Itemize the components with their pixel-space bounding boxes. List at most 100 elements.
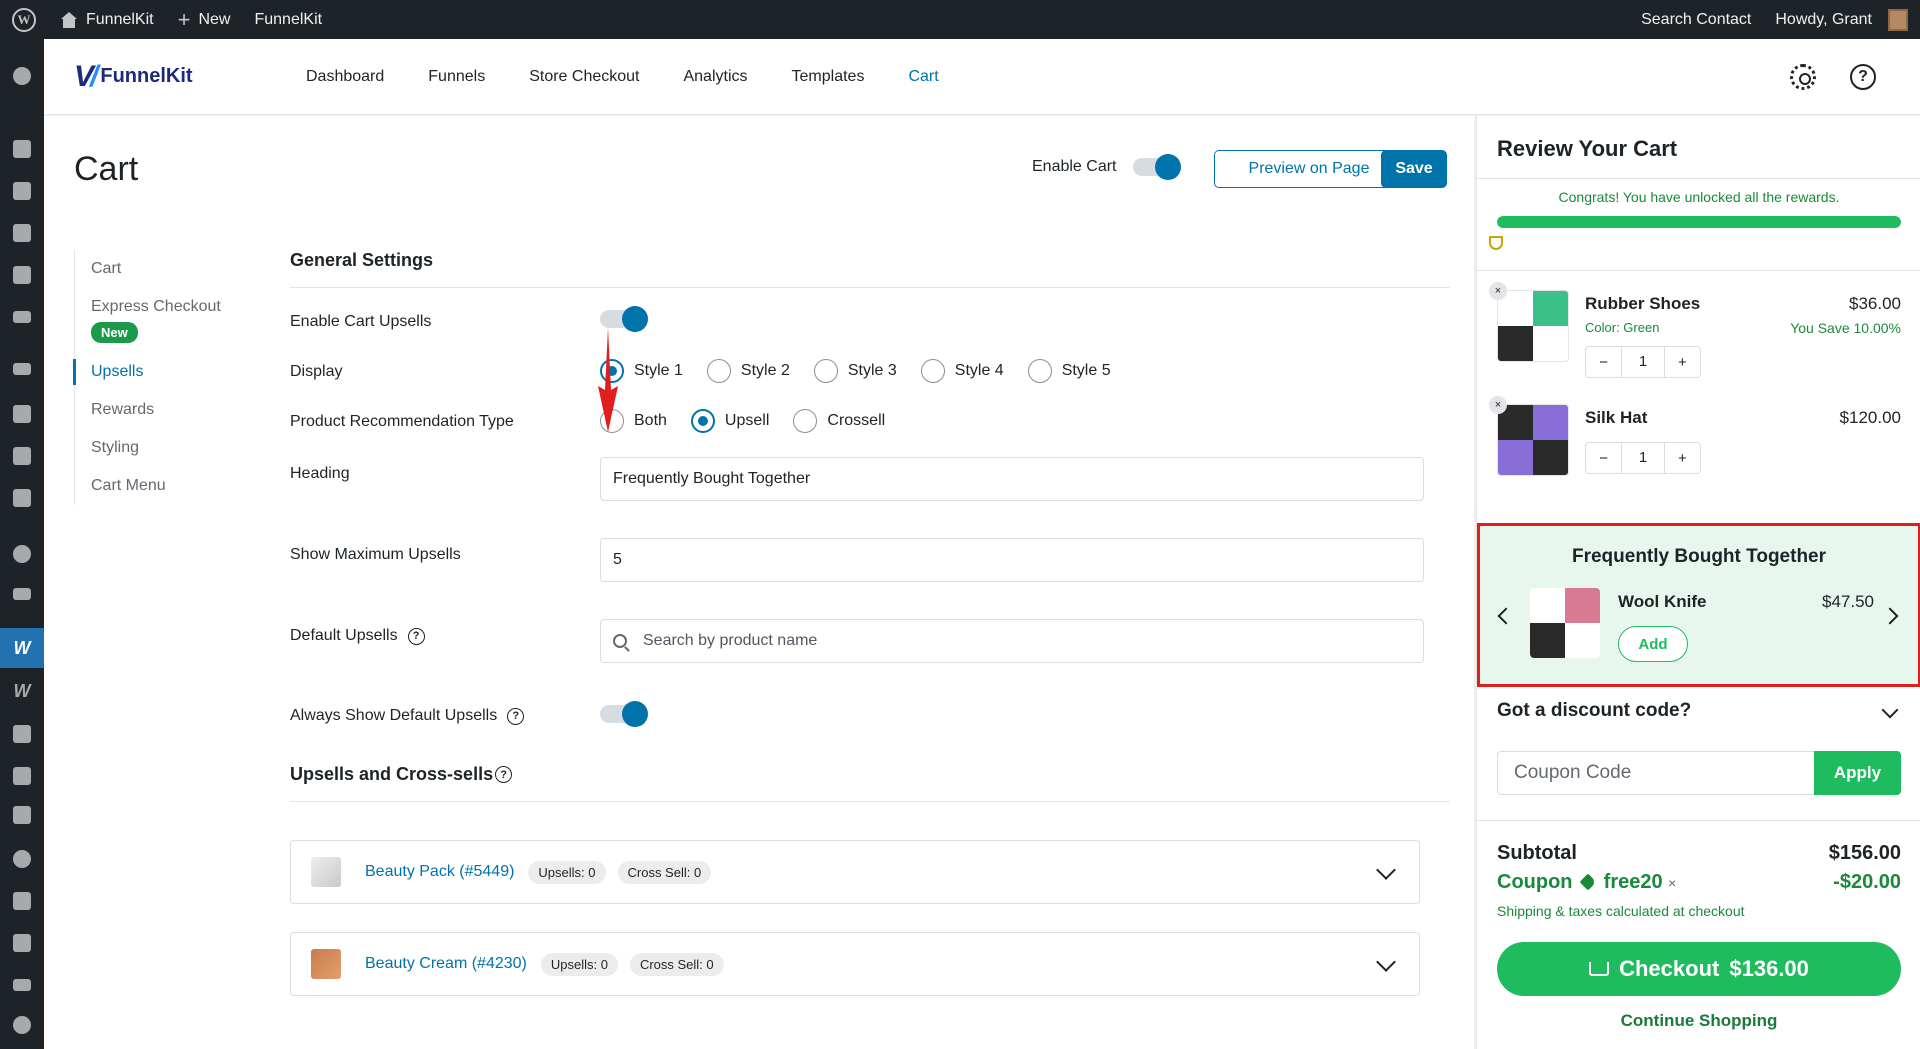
info-icon[interactable]: ? [507, 707, 525, 725]
products-menu-icon[interactable] [0, 394, 44, 434]
tab-analytics[interactable]: Analytics [661, 68, 769, 86]
remove-coupon-icon[interactable]: × [1668, 875, 1676, 891]
funnelkit-menu-icon[interactable]: W [0, 628, 44, 668]
info-icon[interactable]: ? [407, 627, 425, 645]
tab-templates[interactable]: Templates [770, 68, 887, 86]
avatar [1888, 8, 1908, 31]
smtp-menu-icon[interactable] [0, 965, 44, 1005]
chevron-down-icon[interactable] [1376, 952, 1396, 972]
elementor-menu-icon[interactable] [0, 534, 44, 574]
subtotal-row: Subtotal $156.00 [1497, 842, 1901, 864]
site-name-link[interactable]: FunnelKit [48, 0, 166, 39]
plugin-menu-link[interactable]: FunnelKit [242, 0, 334, 39]
remove-item-icon[interactable]: × [1489, 282, 1507, 300]
media-menu-icon[interactable] [0, 171, 44, 211]
heading-input[interactable]: Frequently Bought Together [600, 457, 1424, 501]
snippets-menu-icon[interactable] [0, 795, 44, 835]
wp-logo-menu[interactable]: W [0, 0, 48, 39]
marketing-menu-icon[interactable] [0, 478, 44, 518]
save-button[interactable]: Save [1381, 150, 1447, 188]
rec-upsell-radio[interactable]: Upsell [690, 409, 769, 433]
plus-icon[interactable]: + [1665, 450, 1700, 467]
product-image [1497, 404, 1569, 476]
max-upsells-row: Show Maximum Upsells 5 [290, 538, 1424, 582]
woocommerce-menu-icon[interactable] [0, 349, 44, 389]
preview-on-page-button[interactable]: Preview on Page [1214, 150, 1404, 188]
heading-row: Heading Frequently Bought Together [290, 457, 1424, 501]
settings-menu-icon[interactable] [0, 923, 44, 963]
tools-menu-icon[interactable] [0, 881, 44, 921]
discount-toggle[interactable]: Got a discount code? [1497, 700, 1691, 722]
comments-menu-icon[interactable] [0, 255, 44, 295]
enable-cart-toggle[interactable] [1132, 154, 1181, 180]
account-menu[interactable]: Howdy, Grant [1763, 0, 1920, 39]
subnav-item-cart-menu[interactable]: Cart Menu [75, 467, 244, 505]
continue-shopping-link[interactable]: Continue Shopping [1477, 1011, 1920, 1031]
rec-crossell-radio[interactable]: Crossell [793, 409, 885, 433]
cart-title: Review Your Cart [1497, 136, 1678, 161]
search-contact-link[interactable]: Search Contact [1629, 0, 1763, 39]
tab-funnels[interactable]: Funnels [406, 68, 507, 86]
templates-menu-icon[interactable] [0, 574, 44, 614]
subnav-item-express-checkout[interactable]: Express Checkout New [75, 288, 244, 353]
tag-icon [1579, 873, 1597, 891]
chevron-down-icon[interactable] [1376, 860, 1396, 880]
collapse-menu-icon[interactable] [0, 1005, 44, 1045]
wordpress-icon: W [12, 7, 36, 32]
recommendation-type-row: Product Recommendation Type Both Upsell … [290, 409, 1420, 433]
mail-menu-icon[interactable] [0, 297, 44, 337]
remove-item-icon[interactable]: × [1489, 396, 1507, 414]
pages-menu-icon[interactable] [0, 213, 44, 253]
apply-coupon-button[interactable]: Apply [1814, 751, 1901, 795]
plus-icon[interactable]: + [1665, 354, 1700, 371]
plugin-header: V/ FunnelKit Dashboard Funnels Store Che… [44, 39, 1920, 115]
product-accordion[interactable]: Beauty Pack (#5449) Upsells: 0 Cross Sel… [290, 840, 1420, 904]
display-style-5-radio[interactable]: Style 5 [1027, 359, 1111, 383]
max-upsells-input[interactable]: 5 [600, 538, 1424, 582]
dashboard-menu-icon[interactable] [0, 56, 44, 96]
home-icon [60, 11, 78, 28]
posts-menu-icon[interactable] [0, 129, 44, 169]
add-upsell-button[interactable]: Add [1618, 626, 1688, 662]
tab-dashboard[interactable]: Dashboard [284, 68, 406, 86]
display-style-group: Style 1 Style 2 Style 3 Style 4 Style 5 [600, 359, 1135, 383]
always-show-row: Always Show Default Upsells? [290, 701, 1420, 727]
tab-store-checkout[interactable]: Store Checkout [507, 68, 661, 86]
display-row: Display Style 1 Style 2 Style 3 Style 4 … [290, 359, 1420, 383]
plus-icon: + [177, 6, 191, 32]
plugins-menu-icon[interactable] [0, 756, 44, 796]
minus-icon[interactable]: − [1586, 450, 1621, 467]
analytics-menu-icon[interactable] [0, 436, 44, 476]
subnav-item-rewards[interactable]: Rewards [75, 391, 244, 429]
product-thumbnail [311, 857, 341, 887]
subnav-item-styling[interactable]: Styling [75, 429, 244, 467]
product-accordion[interactable]: Beauty Cream (#4230) Upsells: 0 Cross Se… [290, 932, 1420, 996]
users-menu-icon[interactable] [0, 839, 44, 879]
chevron-down-icon[interactable] [1881, 701, 1899, 719]
subnav-item-cart[interactable]: Cart [75, 250, 244, 288]
display-style-2-radio[interactable]: Style 2 [706, 359, 790, 383]
shipping-note: Shipping & taxes calculated at checkout [1497, 903, 1745, 919]
product-image [1530, 588, 1600, 658]
tab-cart[interactable]: Cart [886, 68, 960, 86]
new-content-menu[interactable]: + New [166, 0, 243, 39]
always-show-toggle[interactable] [600, 701, 648, 727]
help-icon[interactable]: ? [1850, 63, 1876, 90]
info-icon[interactable]: ? [495, 766, 513, 783]
appearance-menu-icon[interactable] [0, 714, 44, 754]
checkout-button[interactable]: Checkout $136.00 [1497, 942, 1901, 996]
coupon-input[interactable]: Coupon Code [1497, 751, 1815, 795]
enable-upsells-toggle[interactable] [600, 306, 648, 332]
funnelkit-automations-menu-icon[interactable]: W [0, 671, 44, 711]
chevron-left-icon[interactable] [1497, 607, 1515, 625]
display-style-4-radio[interactable]: Style 4 [920, 359, 1004, 383]
display-style-3-radio[interactable]: Style 3 [813, 359, 897, 383]
chevron-right-icon[interactable] [1881, 607, 1899, 625]
subnav-item-upsells[interactable]: Upsells [73, 353, 244, 391]
default-upsells-search-input[interactable]: Search by product name [600, 619, 1424, 663]
minus-icon[interactable]: − [1586, 354, 1621, 371]
trophy-icon [1489, 236, 1503, 250]
gear-icon[interactable] [1790, 63, 1816, 90]
brand-logo[interactable]: V/ FunnelKit [74, 60, 260, 94]
coupon-row: Coupon free20 × -$20.00 [1497, 871, 1901, 893]
